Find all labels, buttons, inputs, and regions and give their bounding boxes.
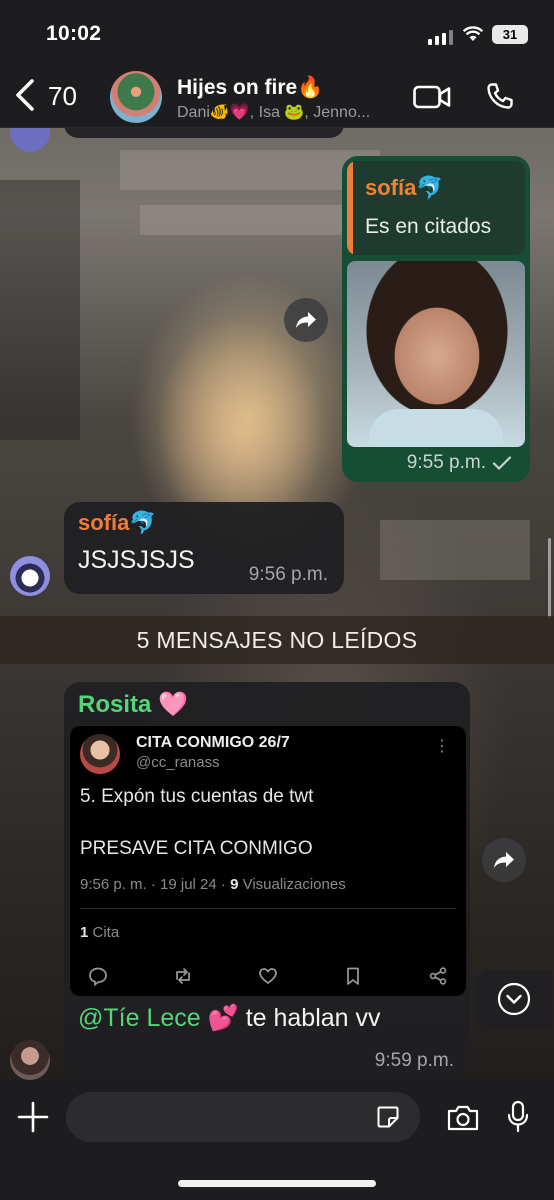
tweet-quotes: 1 Cita: [80, 924, 120, 941]
previous-message-bubble[interactable]: [64, 128, 344, 138]
forward-arrow-icon: [296, 312, 316, 328]
message-time: 9:55 p.m.: [406, 452, 486, 473]
like-icon: [259, 968, 277, 985]
forward-button[interactable]: [284, 298, 328, 342]
share-icon: [429, 967, 447, 985]
status-bar: 10:02 31: [0, 0, 554, 66]
group-members[interactable]: Dani🐠💗, Isa 🐸, Jenno...: [177, 102, 370, 122]
message-input[interactable]: [66, 1092, 420, 1142]
message-text: @Tíe Lece 💕 te hablan vv: [78, 1004, 381, 1032]
unread-messages-divider: 5 MENSAJES NO LEÍDOS: [0, 616, 554, 664]
sent-photo[interactable]: [347, 261, 525, 447]
group-name[interactable]: Hijes on fire🔥: [177, 76, 323, 100]
quoted-author: sofía🐬: [365, 175, 444, 200]
home-indicator[interactable]: [178, 1180, 376, 1187]
message-meta: 9:55 p.m.: [407, 452, 512, 474]
chat-header: 70 Hijes on fire🔥 Dani🐠💗, Isa 🐸, Jenno..…: [0, 66, 554, 128]
mention-link[interactable]: @Tíe Lece: [78, 1004, 201, 1032]
forward-button[interactable]: [482, 838, 526, 882]
message-text: JSJSJSJS: [78, 546, 195, 574]
avatar[interactable]: [10, 128, 50, 152]
message-time: 9:59 p.m.: [374, 1050, 454, 1071]
retweet-icon: [176, 968, 190, 984]
quoted-message[interactable]: sofía🐬 Es en citados: [347, 161, 525, 255]
mention-emoji: 💕: [207, 1004, 239, 1032]
bookmark-icon: [347, 967, 359, 985]
scrollbar[interactable]: [548, 538, 551, 618]
more-options-icon: ⋮: [434, 738, 450, 755]
incoming-message-bubble[interactable]: sofía🐬 JSJSJSJS 9:56 p.m.: [64, 502, 344, 594]
sticker-icon[interactable]: [376, 1105, 400, 1129]
tweet-text-line: 5. Expón tus cuentas de twt: [80, 786, 314, 807]
video-call-icon[interactable]: [413, 85, 451, 109]
outgoing-message-bubble[interactable]: sofía🐬 Es en citados 9:55 p.m.: [342, 156, 530, 482]
tweet-stats: 9:56 p. m. · 19 jul 24 · 9 Visualizacion…: [80, 876, 346, 893]
tweet-author-handle: @cc_ranass: [136, 754, 220, 771]
unread-chats-count[interactable]: 70: [48, 81, 77, 112]
voice-call-icon[interactable]: [486, 82, 514, 110]
cellular-signal-icon: [428, 30, 453, 45]
back-chevron-icon[interactable]: [12, 78, 38, 112]
avatar[interactable]: [10, 556, 50, 596]
reply-icon: [89, 967, 107, 986]
incoming-message-bubble[interactable]: Rosita 🩷 CITA CONMIGO 26/7 @cc_ranass ⋮ …: [64, 682, 470, 1080]
message-time: 9:56 p.m.: [248, 564, 328, 585]
chevron-down-icon: [497, 982, 531, 1016]
forward-arrow-icon: [494, 852, 514, 868]
battery-indicator: 31: [492, 25, 528, 44]
tweet-actions: [88, 966, 448, 986]
sender-name[interactable]: Rosita 🩷: [78, 690, 188, 719]
tweet-text-line: PRESAVE CITA CONMIGO: [80, 838, 313, 859]
message-list[interactable]: sofía🐬 Es en citados 9:55 p.m. sofía🐬 JS…: [0, 128, 554, 1080]
sender-name[interactable]: sofía🐬: [78, 510, 157, 536]
camera-icon[interactable]: [446, 1104, 480, 1132]
tweet-preview[interactable]: CITA CONMIGO 26/7 @cc_ranass ⋮ 5. Expón …: [70, 726, 466, 996]
avatar[interactable]: [10, 1040, 50, 1080]
microphone-icon[interactable]: [506, 1100, 530, 1134]
sent-check-icon: [492, 456, 512, 471]
group-avatar[interactable]: [110, 71, 162, 123]
scroll-to-bottom-button[interactable]: [476, 970, 552, 1028]
tweet-author-name: CITA CONMIGO 26/7: [136, 734, 290, 751]
status-time: 10:02: [46, 22, 102, 45]
tweet-author-avatar: [80, 734, 120, 774]
attach-plus-icon[interactable]: [16, 1100, 50, 1134]
divider: [80, 908, 456, 909]
quoted-text: Es en citados: [365, 215, 492, 238]
wifi-icon: [462, 26, 484, 41]
